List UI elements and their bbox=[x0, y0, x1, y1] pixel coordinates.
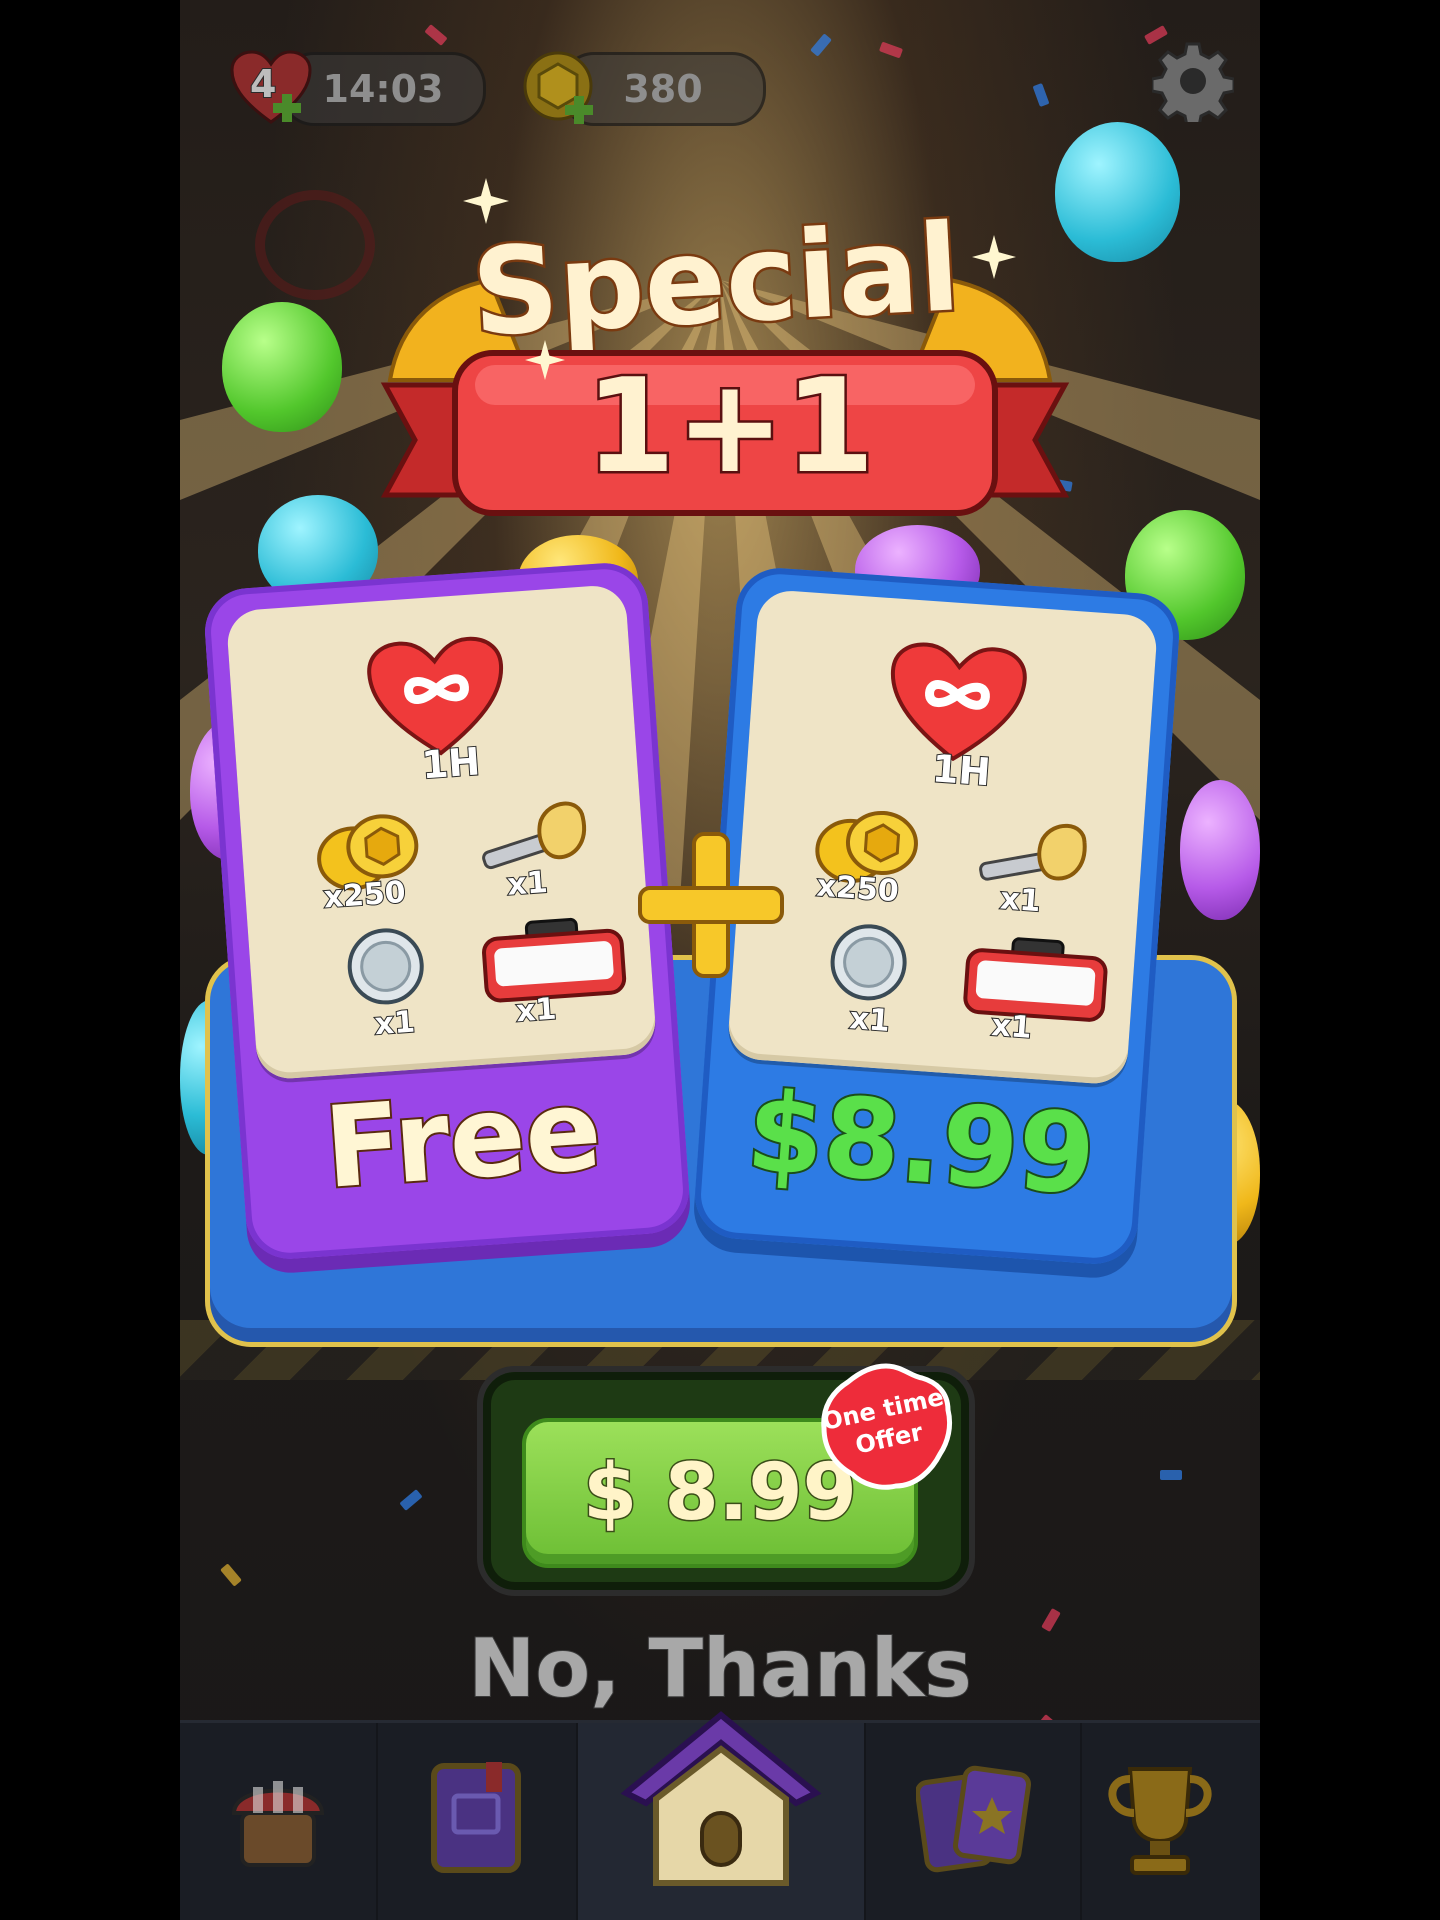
home-icon bbox=[620, 1711, 822, 1886]
coin-icon[interactable] bbox=[522, 50, 602, 130]
coins-quantity: x250 bbox=[322, 874, 408, 917]
offer-title-main: 1+1 bbox=[583, 348, 878, 505]
sparkle-icon bbox=[463, 178, 509, 224]
album-icon bbox=[431, 1762, 521, 1873]
nav-leaderboard[interactable] bbox=[1080, 1723, 1260, 1920]
ring-icon bbox=[830, 924, 907, 1001]
nav-shop[interactable] bbox=[180, 1723, 378, 1920]
balloon bbox=[1180, 780, 1260, 920]
confetti bbox=[399, 1489, 423, 1511]
toolbox-quantity: x1 bbox=[989, 1007, 1034, 1047]
trophy-icon bbox=[1108, 1767, 1212, 1875]
lives-count: 4 bbox=[249, 61, 277, 107]
balloon bbox=[1055, 122, 1180, 262]
free-offer-card[interactable]: 1H x250 x1 x1 x1 Free bbox=[202, 560, 692, 1262]
sparkle-icon bbox=[525, 340, 565, 380]
paid-card-contents: 1H x250 x1 x1 x1 bbox=[726, 588, 1159, 1086]
ring-quantity: x1 bbox=[373, 1004, 418, 1044]
no-ads-icon[interactable] bbox=[255, 190, 375, 300]
no-thanks-button[interactable]: No, Thanks bbox=[180, 1621, 1260, 1716]
hammer-quantity: x1 bbox=[998, 880, 1043, 920]
heart-duration: 1H bbox=[419, 738, 482, 788]
lives-timer: 14:03 bbox=[322, 67, 444, 111]
nav-cards[interactable] bbox=[864, 1723, 1082, 1920]
free-card-contents: 1H x250 x1 x1 x1 bbox=[225, 583, 658, 1081]
paid-price-label: $8.99 bbox=[741, 1065, 1101, 1221]
offer-title-special: Special bbox=[466, 197, 966, 366]
ring-icon bbox=[347, 928, 424, 1005]
balloon bbox=[222, 302, 342, 432]
bottom-nav bbox=[180, 1711, 1260, 1920]
nav-home[interactable] bbox=[578, 1711, 866, 1920]
confetti bbox=[1160, 1470, 1182, 1480]
coin-count: 380 bbox=[623, 67, 703, 111]
coins-quantity: x250 bbox=[815, 868, 901, 911]
plus-icon bbox=[638, 832, 784, 978]
shop-icon bbox=[231, 1781, 325, 1867]
sparkle-icon bbox=[972, 235, 1016, 279]
confetti bbox=[220, 1563, 242, 1587]
nav-album[interactable] bbox=[376, 1723, 578, 1920]
toolbox-icon bbox=[963, 937, 1108, 1022]
cards-icon bbox=[916, 1765, 1032, 1873]
game-screen: 14:03 4 380 Special 1+1 1H x250 x1 x1 x1… bbox=[180, 0, 1260, 1920]
gear-icon[interactable] bbox=[1152, 40, 1234, 122]
hammer-quantity: x1 bbox=[505, 864, 550, 904]
heart-duration: 1H bbox=[930, 745, 993, 795]
ring-quantity: x1 bbox=[847, 1000, 892, 1040]
toolbox-quantity: x1 bbox=[514, 991, 559, 1031]
free-price-label: Free bbox=[319, 1063, 608, 1216]
